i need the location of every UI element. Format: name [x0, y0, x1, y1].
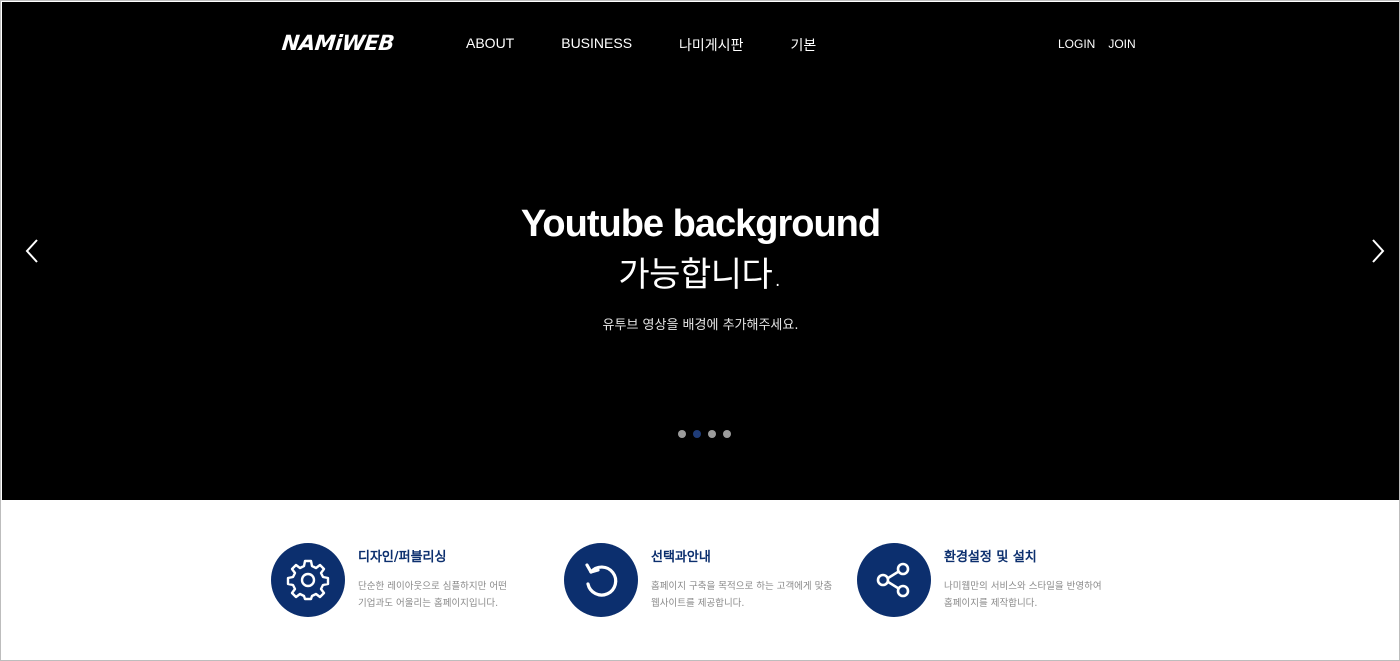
- share-icon: [876, 562, 910, 598]
- feature-desc: 기업과도 어울리는 홈페이지입니다.: [358, 598, 499, 609]
- feature-item: 환경설정 및 설치 나미웹만의 서비스와 스타일을 반영하여 홈페이지를 제작합…: [857, 543, 1102, 617]
- refresh-icon: [585, 563, 618, 597]
- nav-item-board[interactable]: 나미게시판: [679, 35, 743, 55]
- nav-item-business[interactable]: BUSINESS: [561, 35, 632, 55]
- feature-desc: 나미웹만의 서비스와 스타일을 반영하여: [944, 581, 1102, 592]
- hero-description: 유투브 영상을 배경에 추가해주세요.: [602, 318, 799, 333]
- feature-item: 선택과안내 홈페이지 구축을 목적으로 하는 고객에게 맞춤 웹사이트를 제공합…: [564, 543, 832, 617]
- page-frame: NAMiWEB ABOUT BUSINESS 나미게시판 기본 LOGIN JO…: [0, 0, 1400, 661]
- hero-section: NAMiWEB ABOUT BUSINESS 나미게시판 기본 LOGIN JO…: [2, 2, 1399, 500]
- slide-dot-2[interactable]: [693, 430, 701, 438]
- slide-dot-4[interactable]: [723, 430, 731, 438]
- slide-dot-3[interactable]: [708, 430, 716, 438]
- feature-desc: 웹사이트를 제공합니다.: [651, 598, 745, 609]
- hero-headline-sub: 가능합니다.: [618, 255, 783, 295]
- feature-title: 디자인/퍼블리싱: [358, 550, 447, 565]
- feature-desc: 홈페이지 구축을 목적으로 하는 고객에게 맞춤: [651, 581, 833, 592]
- slide-dot-1[interactable]: [678, 430, 686, 438]
- join-link[interactable]: JOIN: [1108, 37, 1135, 51]
- util-links: LOGIN JOIN: [1058, 37, 1136, 51]
- feature-icon-button[interactable]: [857, 543, 931, 617]
- features-section: 디자인/퍼블리싱 단순한 레이아웃으로 심플하지만 어떤 기업과도 어울리는 홈…: [2, 500, 1399, 660]
- feature-icon-button[interactable]: [271, 543, 345, 617]
- feature-title: 선택과안내: [651, 550, 711, 565]
- feature-title: 환경설정 및 설치: [944, 550, 1037, 565]
- feature-desc: 홈페이지를 제작합니다.: [944, 598, 1038, 609]
- main-nav: ABOUT BUSINESS 나미게시판 기본: [466, 35, 863, 55]
- site-logo[interactable]: NAMiWEB: [281, 31, 395, 55]
- login-link[interactable]: LOGIN: [1058, 37, 1095, 51]
- hero-headline: Youtube background: [520, 203, 881, 245]
- feature-item: 디자인/퍼블리싱 단순한 레이아웃으로 심플하지만 어떤 기업과도 어울리는 홈…: [271, 543, 507, 617]
- nav-item-basic[interactable]: 기본: [790, 35, 816, 55]
- nav-item-about[interactable]: ABOUT: [466, 35, 514, 55]
- feature-icon-button[interactable]: [564, 543, 638, 617]
- gear-icon: [286, 559, 330, 601]
- feature-desc: 단순한 레이아웃으로 심플하지만 어떤: [358, 581, 507, 592]
- slide-pagination: [678, 430, 731, 438]
